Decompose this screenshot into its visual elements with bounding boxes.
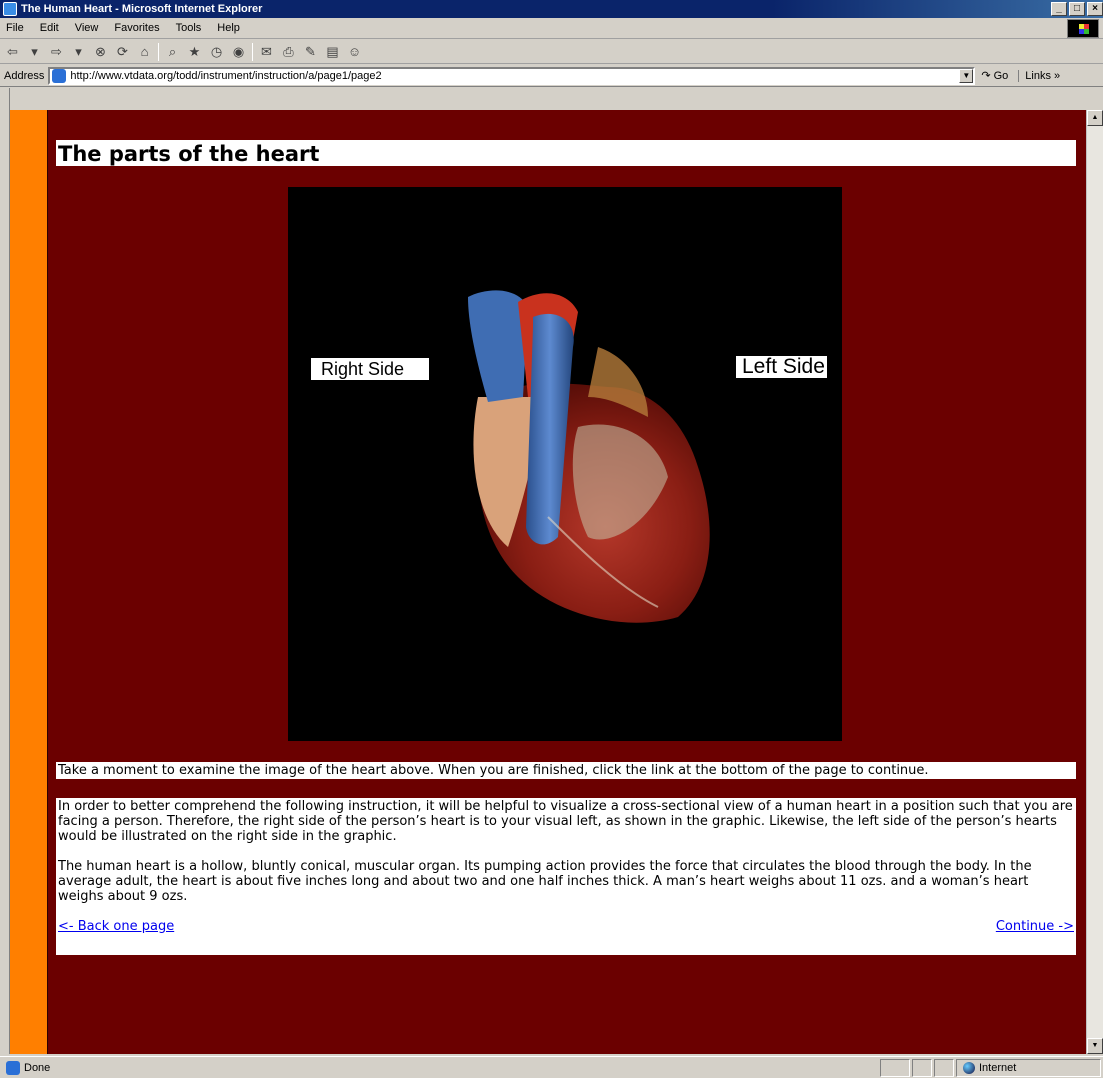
home-icon[interactable]: ⌂ bbox=[136, 43, 153, 60]
back-link[interactable]: <- Back one page bbox=[58, 919, 174, 934]
go-button[interactable]: ↷ Go bbox=[981, 69, 1009, 83]
history-icon[interactable]: ◷ bbox=[208, 43, 225, 60]
content-box: In order to better comprehend the follow… bbox=[56, 798, 1076, 955]
address-bar: Address http://www.vtdata.org/todd/instr… bbox=[0, 65, 1103, 87]
links-button[interactable]: Links » bbox=[1018, 69, 1060, 82]
page-navigation: <- Back one page Continue -> bbox=[58, 919, 1074, 934]
status-cell bbox=[934, 1058, 954, 1077]
print-icon[interactable]: ⎙ bbox=[280, 43, 297, 60]
title-bar: The Human Heart - Microsoft Internet Exp… bbox=[0, 0, 1103, 18]
side-bar bbox=[10, 110, 48, 1054]
stop-icon[interactable]: ⊗ bbox=[92, 43, 109, 60]
page-title: The parts of the heart bbox=[58, 142, 320, 166]
refresh-icon[interactable]: ⟳ bbox=[114, 43, 131, 60]
address-url[interactable]: http://www.vtdata.org/todd/instrument/in… bbox=[70, 70, 381, 82]
search-icon[interactable]: ⌕ bbox=[164, 43, 181, 60]
status-bar: Done Internet bbox=[0, 1056, 1103, 1078]
media-icon[interactable]: ◉ bbox=[230, 43, 247, 60]
frame-border-left bbox=[0, 88, 10, 1054]
status-text: Done bbox=[24, 1061, 51, 1074]
security-zone: Internet bbox=[956, 1058, 1101, 1077]
instruction-box: Take a moment to examine the image of th… bbox=[56, 762, 1076, 779]
heart-image: Right Side Left Side bbox=[288, 187, 842, 741]
globe-icon bbox=[963, 1061, 975, 1074]
back-icon[interactable]: ⇦ bbox=[4, 43, 21, 60]
page-viewport: The parts of the heart Right Side Left S… bbox=[10, 110, 1086, 1054]
edit-icon[interactable]: ✎ bbox=[302, 43, 319, 60]
address-label: Address bbox=[4, 69, 45, 82]
forward-dropdown-icon[interactable]: ▾ bbox=[70, 43, 87, 60]
window-controls: _ □ × bbox=[1051, 2, 1103, 16]
left-side-label: Left Side bbox=[736, 356, 827, 378]
menu-file[interactable]: File bbox=[0, 22, 32, 34]
toolbar-separator bbox=[252, 42, 253, 61]
right-side-label: Right Side bbox=[311, 358, 429, 380]
instruction-text: Take a moment to examine the image of th… bbox=[58, 763, 929, 778]
mail-icon[interactable]: ✉ bbox=[258, 43, 275, 60]
paragraph-orientation: In order to better comprehend the follow… bbox=[58, 799, 1073, 844]
favorites-icon[interactable]: ★ bbox=[186, 43, 203, 60]
page-icon bbox=[52, 68, 67, 83]
discuss-icon[interactable]: ▤ bbox=[324, 43, 341, 60]
standard-toolbar: ⇦ ▾ ⇨ ▾ ⊗ ⟳ ⌂ ⌕ ★ ◷ ◉ ✉ ⎙ ✎ ▤ ☺ bbox=[0, 40, 1103, 64]
heart-illustration bbox=[468, 290, 710, 623]
heading-box: The parts of the heart bbox=[56, 140, 1076, 166]
minimize-button[interactable]: _ bbox=[1051, 2, 1067, 16]
page-status-icon bbox=[6, 1060, 20, 1075]
windows-logo-icon bbox=[1067, 19, 1099, 38]
maximize-button[interactable]: □ bbox=[1069, 2, 1085, 16]
menu-favorites[interactable]: Favorites bbox=[106, 22, 167, 34]
frame-border bbox=[0, 88, 1103, 110]
status-cell bbox=[912, 1058, 932, 1077]
address-input[interactable]: http://www.vtdata.org/todd/instrument/in… bbox=[48, 66, 976, 85]
go-arrow-icon: ↷ bbox=[981, 70, 991, 82]
forward-icon[interactable]: ⇨ bbox=[48, 43, 65, 60]
address-dropdown-icon[interactable]: ▼ bbox=[959, 68, 974, 83]
vertical-scrollbar[interactable]: ▲ ▼ bbox=[1086, 110, 1103, 1054]
back-dropdown-icon[interactable]: ▾ bbox=[26, 43, 43, 60]
menu-bar: File Edit View Favorites Tools Help bbox=[0, 18, 1103, 39]
menu-view[interactable]: View bbox=[67, 22, 107, 34]
close-button[interactable]: × bbox=[1087, 2, 1103, 16]
menu-tools[interactable]: Tools bbox=[168, 22, 210, 34]
ie-icon bbox=[3, 2, 17, 16]
messenger-icon[interactable]: ☺ bbox=[346, 43, 363, 60]
status-cell bbox=[880, 1058, 910, 1077]
window-title: The Human Heart - Microsoft Internet Exp… bbox=[21, 3, 263, 15]
paragraph-heart-facts: The human heart is a hollow, bluntly con… bbox=[58, 859, 1032, 904]
zone-label: Internet bbox=[979, 1061, 1017, 1074]
continue-link[interactable]: Continue -> bbox=[996, 919, 1074, 934]
menu-edit[interactable]: Edit bbox=[32, 22, 67, 34]
browser-window: The Human Heart - Microsoft Internet Exp… bbox=[0, 0, 1103, 1078]
toolbar-separator bbox=[158, 42, 159, 61]
scroll-down-icon[interactable]: ▼ bbox=[1087, 1038, 1103, 1054]
go-label: Go bbox=[993, 69, 1009, 82]
menu-help[interactable]: Help bbox=[209, 22, 248, 34]
scroll-up-icon[interactable]: ▲ bbox=[1087, 110, 1103, 126]
